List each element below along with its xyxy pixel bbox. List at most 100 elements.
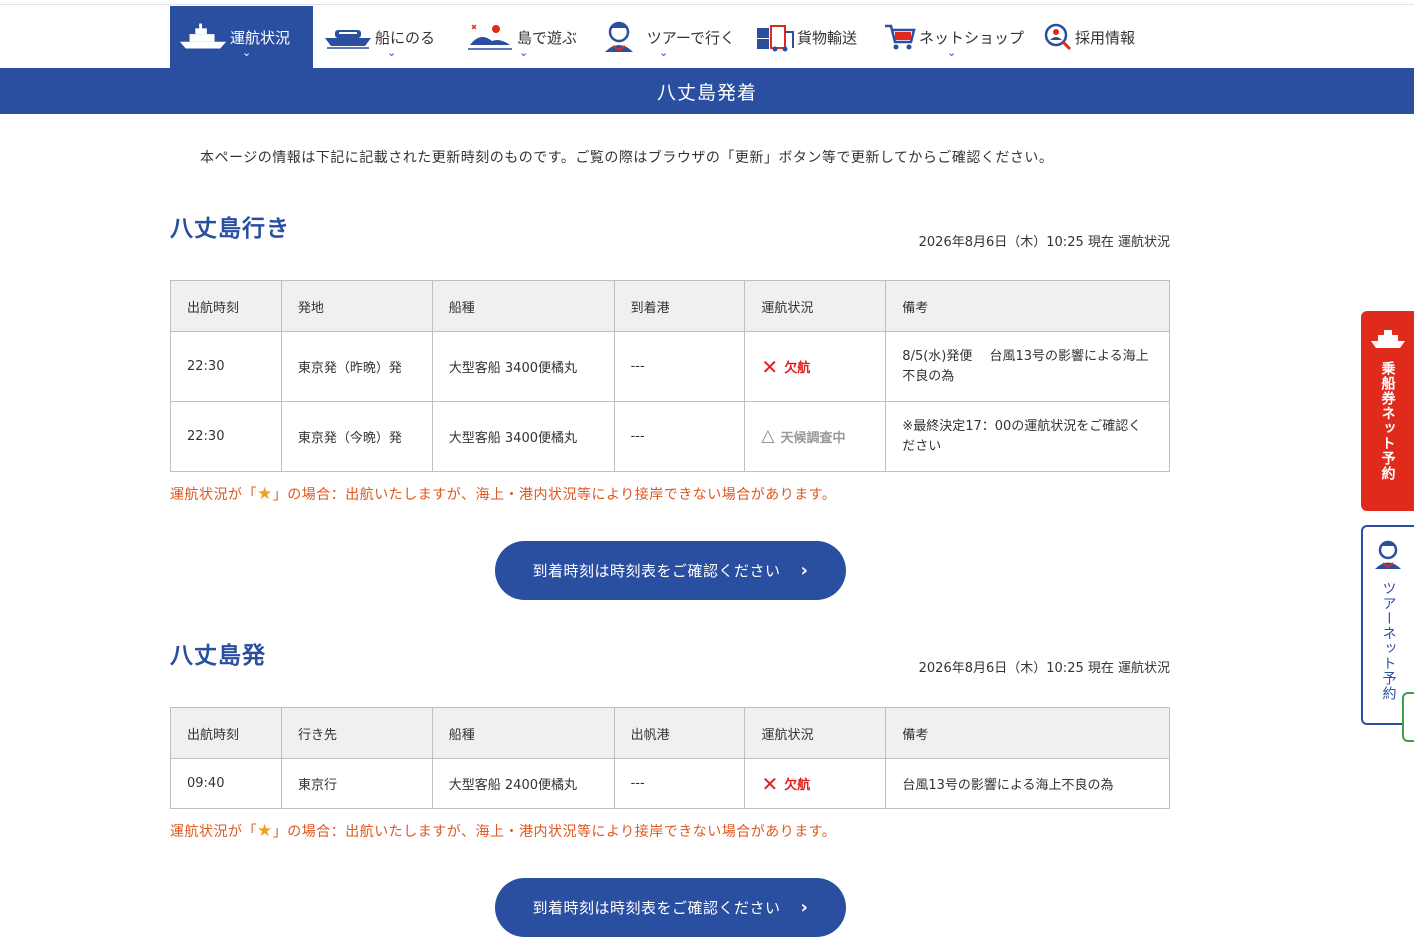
status-timestamp: 2026年8月6日（木）10:25 現在 運航状況 — [918, 661, 1170, 676]
triangle-warning-icon: △ — [761, 426, 775, 446]
timetable-link-button[interactable]: 到着時刻は時刻表をご確認ください › — [495, 541, 846, 600]
cell-remarks: 8/5(水)発便 台風13号の影響による海上不良の為 — [885, 331, 1170, 402]
col-header: 到着港 — [613, 280, 746, 332]
status-timestamp: 2026年8月6日（木）10:25 現在 運航状況 — [918, 235, 1170, 250]
col-header: 備考 — [885, 707, 1170, 759]
top-divider — [0, 4, 1414, 5]
chevron-right-icon: › — [800, 560, 809, 581]
cancel-x-icon: ✕ — [761, 771, 779, 796]
chevron-down-icon: ⌄ — [519, 46, 529, 59]
ship-icon — [178, 20, 228, 54]
section-title-from-hachijo: 八丈島発 — [170, 643, 266, 669]
col-header: 備考 — [885, 280, 1170, 332]
col-header: 行き先 — [280, 707, 433, 759]
cell-ship: 大型客船 2400便橘丸 — [431, 758, 615, 809]
nav-label: ツアーで行く — [646, 28, 735, 47]
status-text: 天候調査中 — [780, 431, 846, 446]
cell-port: --- — [613, 331, 746, 402]
cell-status: ✕ 欠航 — [744, 331, 887, 402]
side-tab-label: ツアーネット予約 — [1380, 581, 1397, 701]
nav-label: 島で遊ぶ — [516, 28, 577, 47]
cell-remarks: ※最終決定17：00の運航状況をご確認ください — [885, 401, 1170, 472]
star-icon: ★ — [257, 821, 273, 841]
col-header: 出航時刻 — [170, 280, 282, 332]
operation-note: 運航状況が「★」の場合：出航いたしますが、海上・港内状況等により接岸できない場合… — [170, 821, 836, 841]
status-cancelled: ✕ 欠航 — [761, 774, 869, 794]
cell-place: 東京行 — [280, 758, 433, 809]
cell-time: 22:30 — [170, 331, 282, 402]
status-cancelled: ✕ 欠航 — [761, 357, 869, 377]
table-row: 09:40 東京行 大型客船 2400便橘丸 --- ✕ 欠航 台風13号の影響… — [170, 758, 1170, 809]
island-icon — [465, 20, 515, 54]
page-title: 八丈島発着 — [656, 81, 757, 104]
col-header: 出航時刻 — [170, 707, 282, 759]
cell-remarks: 台風13号の影響による海上不良の為 — [885, 758, 1170, 809]
cell-time: 22:30 — [170, 401, 282, 472]
guide-icon — [1372, 539, 1406, 575]
ferry-icon — [323, 20, 373, 54]
cell-place: 東京発（昨晩）発 — [280, 331, 433, 402]
cell-ship: 大型客船 3400便橘丸 — [431, 331, 615, 402]
cell-port: --- — [613, 401, 746, 472]
nav-item-recruit[interactable]: 採用情報 — [1033, 6, 1145, 68]
nav-item-cargo[interactable]: 貨物輸送 — [745, 6, 873, 68]
cell-time: 09:40 — [170, 758, 282, 809]
star-icon: ★ — [257, 484, 273, 504]
button-label: 到着時刻は時刻表をご確認ください — [532, 899, 781, 917]
chevron-down-icon: ⌄ — [242, 46, 252, 59]
guide-icon — [597, 20, 645, 54]
note-text: 」の場合：出航いたしますが、海上・港内状況等により接岸できない場合があります。 — [272, 824, 837, 840]
nav-label: 運航状況 — [230, 28, 291, 47]
cell-ship: 大型客船 3400便橘丸 — [431, 401, 615, 472]
status-weather-check: △ 天候調査中 — [761, 426, 869, 447]
chevron-right-icon: › — [800, 897, 809, 918]
table-header-row: 出航時刻 行き先 船種 出帆港 運航状況 備考 — [170, 707, 1170, 759]
cargo-icon — [755, 20, 795, 54]
cell-place: 東京発（今晩）発 — [280, 401, 433, 472]
chevron-down-icon: ⌄ — [387, 46, 397, 59]
table-row: 22:30 東京発（昨晩）発 大型客船 3400便橘丸 --- ✕ 欠航 8/5… — [170, 331, 1170, 402]
main-nav: 運航状況 ⌄ 船にのる ⌄ 島で遊ぶ ⌄ ツアーで行く ⌄ 貨物輸送 ネットショ… — [170, 6, 1145, 68]
nav-item-tour[interactable]: ツアーで行く ⌄ — [587, 6, 745, 68]
col-header: 船種 — [431, 280, 615, 332]
note-text: 」の場合：出航いたしますが、海上・港内状況等により接岸できない場合があります。 — [272, 487, 837, 503]
table-header-row: 出航時刻 発地 船種 到着港 運航状況 備考 — [170, 280, 1170, 332]
update-notice: 本ページの情報は下記に記載された更新時刻のものです。ご覧の際はブラウザの「更新」… — [200, 150, 1054, 166]
schedule-table-to-hachijo: 出航時刻 発地 船種 到着港 運航状況 備考 22:30 東京発（昨晩）発 大型… — [170, 280, 1170, 472]
nav-label: 貨物輸送 — [797, 28, 858, 47]
timetable-link-button[interactable]: 到着時刻は時刻表をご確認ください › — [495, 878, 846, 937]
nav-label: 採用情報 — [1075, 28, 1136, 47]
status-text: 欠航 — [784, 778, 811, 793]
nav-item-netshop[interactable]: ネットショップ ⌄ — [873, 6, 1033, 68]
status-text: 欠航 — [784, 361, 811, 376]
cancel-x-icon: ✕ — [761, 354, 779, 379]
page-title-banner: 八丈島発着 — [0, 68, 1414, 114]
col-header: 発地 — [280, 280, 433, 332]
col-header: 運航状況 — [744, 707, 887, 759]
side-tab-label: 乗船券ネット予約 — [1379, 361, 1396, 481]
nav-label: 船にのる — [375, 28, 436, 47]
recruit-icon — [1043, 20, 1073, 54]
chevron-down-icon: ⌄ — [659, 46, 669, 59]
col-header: 船種 — [431, 707, 615, 759]
chevron-down-icon: ⌄ — [947, 46, 957, 59]
ship-icon — [1369, 329, 1407, 355]
note-text: 運航状況が「 — [170, 824, 257, 840]
cell-status: ✕ 欠航 — [744, 758, 887, 809]
col-header: 運航状況 — [744, 280, 887, 332]
nav-item-operation-status[interactable]: 運航状況 ⌄ — [170, 6, 313, 68]
cell-status: △ 天候調査中 — [744, 401, 887, 472]
floating-widget-tab[interactable] — [1402, 692, 1414, 742]
note-text: 運航状況が「 — [170, 487, 257, 503]
table-row: 22:30 東京発（今晩）発 大型客船 3400便橘丸 --- △ 天候調査中 … — [170, 401, 1170, 472]
nav-item-island-play[interactable]: 島で遊ぶ ⌄ — [455, 6, 587, 68]
ticket-net-reservation-tab[interactable]: 乗船券ネット予約 — [1361, 311, 1414, 511]
nav-label: ネットショップ — [919, 28, 1025, 47]
button-label: 到着時刻は時刻表をご確認ください — [532, 562, 781, 580]
col-header: 出帆港 — [613, 707, 746, 759]
schedule-table-from-hachijo: 出航時刻 行き先 船種 出帆港 運航状況 備考 09:40 東京行 大型客船 2… — [170, 707, 1170, 809]
cell-port: --- — [613, 758, 746, 809]
section-title-to-hachijo: 八丈島行き — [170, 216, 290, 242]
operation-note: 運航状況が「★」の場合：出航いたしますが、海上・港内状況等により接岸できない場合… — [170, 484, 836, 504]
nav-item-board-ship[interactable]: 船にのる ⌄ — [313, 6, 455, 68]
